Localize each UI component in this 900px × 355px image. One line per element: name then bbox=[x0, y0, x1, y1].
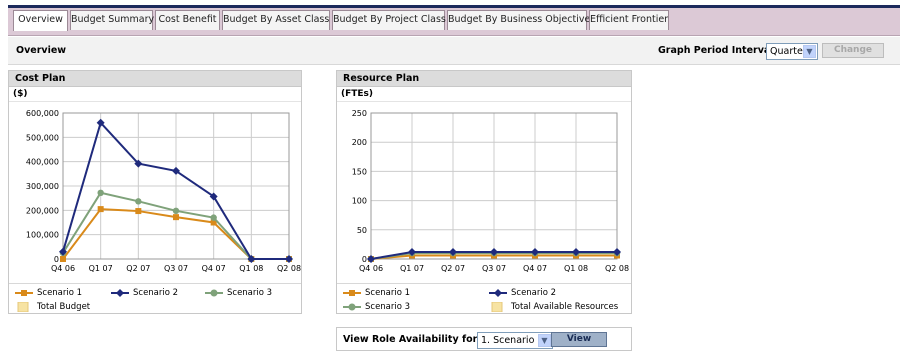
resource-plan-panel: Resource Plan (FTEs) 0 50 100 150 200 250 Q4 0… bbox=[336, 70, 632, 314]
data-point-scenario-3[interactable] bbox=[172, 207, 180, 215]
x-tick-label: Q4 07 bbox=[523, 264, 547, 273]
y-tick-label: 500,000 bbox=[26, 133, 59, 142]
graph-period-label: Graph Period Interval: bbox=[658, 45, 778, 56]
x-tick-label: Q4 06 bbox=[359, 264, 383, 273]
x-tick-label: Q2 07 bbox=[441, 264, 465, 273]
x-tick-label: Q2 08 bbox=[277, 264, 301, 273]
tab-overview[interactable]: Overview bbox=[13, 10, 68, 31]
cost-plan-chart: 0 100,000 200,000 300,000 400,000 500,000 600,… bbox=[26, 109, 301, 273]
x-tick-label: Q2 08 bbox=[605, 264, 629, 273]
cost-plan-title: Cost Plan bbox=[9, 71, 301, 87]
y-tick-label: 200,000 bbox=[26, 206, 59, 215]
y-tick-label: 100,000 bbox=[26, 231, 59, 240]
y-tick-label: 200 bbox=[352, 138, 367, 147]
resource-plan-chart: 0 50 100 150 200 250 Q4 06 Q1 07 Q2 07 Q3 07 Q4 07… bbox=[352, 109, 629, 273]
tab-budget-by-project-class[interactable]: Budget By Project Class bbox=[332, 10, 446, 30]
x-tick-label: Q2 07 bbox=[126, 264, 150, 273]
y-tick-label: 400,000 bbox=[26, 158, 59, 167]
x-tick-label: Q4 07 bbox=[202, 264, 226, 273]
scenario-select-value: 1. Scenario 1 bbox=[481, 335, 544, 346]
x-tick-label: Q1 08 bbox=[564, 264, 588, 273]
data-point-scenario-1[interactable] bbox=[173, 214, 179, 221]
resource-plan-unit: (FTEs) bbox=[337, 87, 631, 102]
graph-period-value: Quarter bbox=[770, 46, 807, 57]
data-point-scenario-3[interactable] bbox=[135, 198, 142, 205]
view-role-availability-bar: View Role Availability for: 1. Scenario … bbox=[336, 327, 632, 351]
y-tick-label: 600,000 bbox=[26, 109, 59, 118]
view-role-label: View Role Availability for: bbox=[343, 334, 482, 345]
data-point-scenario-1[interactable] bbox=[60, 256, 66, 262]
y-tick-label: 0 bbox=[54, 255, 59, 264]
data-point-scenario-3[interactable] bbox=[210, 214, 217, 221]
chevron-down-icon[interactable]: ▼ bbox=[803, 45, 816, 58]
tab-efficient-frontier[interactable]: Efficient Frontier bbox=[589, 10, 669, 30]
y-tick-label: 150 bbox=[352, 167, 367, 176]
x-tick-label: Q1 08 bbox=[239, 264, 263, 273]
x-tick-label: Q3 07 bbox=[164, 264, 188, 273]
cost-plan-legend: Scenario 1 Scenario 2 Scenario 3 Total B… bbox=[15, 287, 299, 313]
y-tick-label: 50 bbox=[357, 226, 367, 235]
cost-plan-panel: Cost Plan ($) 0 100,000 200,000 300,000 400,… bbox=[8, 70, 302, 314]
cost-plan-unit: ($) bbox=[9, 87, 301, 102]
tab-budget-summary[interactable]: Budget Summary bbox=[70, 10, 154, 30]
tab-budget-by-business-objective[interactable]: Budget By Business Objective bbox=[447, 10, 590, 30]
graph-period-select[interactable]: Quarter ▼ bbox=[766, 43, 818, 60]
y-tick-label: 300,000 bbox=[26, 182, 59, 191]
y-tick-label: 100 bbox=[352, 197, 367, 206]
resource-plan-title: Resource Plan bbox=[337, 71, 631, 87]
x-tick-label: Q4 06 bbox=[51, 264, 75, 273]
page-title: Overview bbox=[16, 45, 67, 56]
x-tick-label: Q1 07 bbox=[400, 264, 424, 273]
tab-cost-benefit[interactable]: Cost Benefit bbox=[155, 10, 220, 30]
y-tick-label: 0 bbox=[362, 255, 367, 264]
y-tick-label: 250 bbox=[352, 109, 367, 118]
x-tick-label: Q1 07 bbox=[89, 264, 113, 273]
tab-budget-by-asset-class[interactable]: Budget By Asset Class bbox=[222, 10, 330, 30]
chevron-down-icon[interactable]: ▼ bbox=[538, 334, 551, 347]
data-point-scenario-1[interactable] bbox=[135, 208, 142, 215]
change-button[interactable]: Change bbox=[822, 43, 884, 58]
resource-plan-legend: Scenario 1 Scenario 2 Scenario 3 Total A… bbox=[343, 287, 629, 313]
x-tick-label: Q3 07 bbox=[482, 264, 506, 273]
data-point-scenario-3[interactable] bbox=[97, 189, 104, 197]
data-point-scenario-1[interactable] bbox=[97, 206, 104, 213]
view-button[interactable]: View bbox=[551, 332, 607, 347]
scenario-select[interactable]: 1. Scenario 1 ▼ bbox=[477, 332, 553, 349]
